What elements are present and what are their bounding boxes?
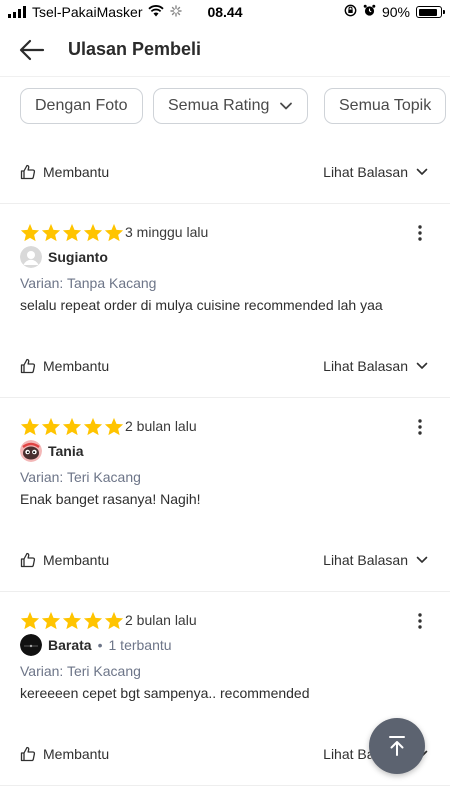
rating-stars: [20, 223, 124, 242]
helpful-label: Membantu: [43, 358, 110, 374]
review-date: 3 minggu lalu: [125, 224, 209, 240]
review-actions: Membantu Lihat Balasan: [0, 545, 450, 579]
status-left: Tsel-PakaiMasker: [8, 4, 183, 20]
thumbs-up-icon: [20, 358, 36, 374]
divider: [0, 203, 450, 204]
helpful-button[interactable]: Membantu: [20, 358, 109, 374]
status-right: 90%: [344, 4, 445, 20]
divider: [0, 397, 450, 398]
star-icon: [104, 223, 124, 242]
chevron-down-icon: [416, 168, 428, 175]
see-replies-label: Lihat Balasan: [323, 552, 408, 568]
review-text: Enak banget rasanya! Nagih!: [20, 491, 201, 507]
helpful-button[interactable]: Membantu: [20, 164, 109, 180]
meta-separator: •: [97, 637, 103, 653]
arrow-left-icon: [19, 39, 45, 61]
helpful-label: Membantu: [43, 164, 110, 180]
reviewer: Barata • 1 terbantu: [20, 634, 172, 656]
rotation-lock-icon: [344, 4, 357, 20]
battery-icon: [416, 6, 445, 18]
status-bar: Tsel-PakaiMasker 08.44 90%: [0, 0, 450, 24]
star-icon: [41, 417, 61, 436]
star-icon: [83, 223, 103, 242]
filter-with-photo[interactable]: Dengan Foto: [20, 88, 143, 124]
review-actions: Membantu Lihat Balasan: [0, 157, 450, 191]
helpful-label: Membantu: [43, 552, 110, 568]
helpful-count: 1 terbantu: [108, 637, 172, 653]
avatar: [20, 634, 42, 656]
product-variant: Varian: Tanpa Kacang: [20, 275, 157, 291]
divider: [0, 591, 450, 592]
more-options-icon[interactable]: [412, 417, 428, 437]
alarm-icon: [363, 4, 376, 20]
star-icon: [20, 417, 40, 436]
reviewer-name: Barata: [48, 637, 92, 653]
see-replies-button[interactable]: Lihat Balasan: [323, 358, 428, 374]
reviewer: Tania: [20, 440, 84, 462]
filter-topic-dropdown[interactable]: Semua Topik: [324, 88, 447, 124]
star-icon: [62, 611, 82, 630]
star-icon: [62, 223, 82, 242]
chevron-down-icon: [416, 556, 428, 563]
reviewer-name: Sugianto: [48, 249, 108, 265]
see-replies-label: Lihat Balasan: [323, 164, 408, 180]
helpful-label: Membantu: [43, 746, 110, 762]
review-text: kereeeen cepet bgt sampenya.. recommende…: [20, 685, 310, 701]
review-date: 2 bulan lalu: [125, 418, 197, 434]
chevron-down-icon: [279, 101, 293, 111]
see-replies-button[interactable]: Lihat Balasan: [323, 164, 428, 180]
filter-rating-dropdown[interactable]: Semua Rating: [153, 88, 309, 124]
avatar: [20, 246, 42, 268]
battery-percent: 90%: [381, 4, 410, 20]
helpful-button[interactable]: Membantu: [20, 746, 109, 762]
wifi-icon: [148, 4, 165, 20]
star-icon: [41, 223, 61, 242]
product-variant: Varian: Teri Kacang: [20, 469, 141, 485]
scroll-to-top-button[interactable]: [369, 718, 425, 774]
star-icon: [104, 417, 124, 436]
star-icon: [41, 611, 61, 630]
divider: [0, 785, 450, 786]
filter-bar: Dengan Foto Semua Rating Semua Topik: [0, 86, 450, 128]
filter-label: Semua Rating: [168, 97, 270, 114]
product-variant: Varian: Teri Kacang: [20, 663, 141, 679]
loading-spinner-icon: [170, 4, 183, 20]
see-replies-button[interactable]: Lihat Balasan: [323, 552, 428, 568]
thumbs-up-icon: [20, 746, 36, 762]
reviewer: Sugianto: [20, 246, 108, 268]
rating-stars: [20, 417, 124, 436]
app-header: Ulasan Pembeli: [0, 24, 450, 77]
thumbs-up-icon: [20, 164, 36, 180]
thumbs-up-icon: [20, 552, 36, 568]
star-icon: [20, 611, 40, 630]
review-text: selalu repeat order di mulya cuisine rec…: [20, 297, 383, 313]
star-icon: [104, 611, 124, 630]
battery-fill: [418, 8, 437, 16]
more-options-icon[interactable]: [412, 611, 428, 631]
reviewer-name: Tania: [48, 443, 84, 459]
carrier-name: Tsel-PakaiMasker: [32, 4, 143, 20]
chevron-down-icon: [416, 362, 428, 369]
star-icon: [20, 223, 40, 242]
filter-label: Dengan Foto: [35, 97, 128, 114]
rating-stars: [20, 611, 124, 630]
star-icon: [62, 417, 82, 436]
see-replies-label: Lihat Balasan: [323, 358, 408, 374]
more-options-icon[interactable]: [412, 223, 428, 243]
review-actions: Membantu Lihat Balasan: [0, 351, 450, 385]
star-icon: [83, 611, 103, 630]
back-button[interactable]: [18, 36, 46, 64]
filter-label: Semua Topik: [339, 97, 432, 114]
review-date: 2 bulan lalu: [125, 612, 197, 628]
signal-icon: [8, 6, 26, 18]
avatar: [20, 440, 42, 462]
helpful-button[interactable]: Membantu: [20, 552, 109, 568]
page-title: Ulasan Pembeli: [68, 39, 202, 59]
star-icon: [83, 417, 103, 436]
arrow-up-icon: [389, 736, 405, 756]
